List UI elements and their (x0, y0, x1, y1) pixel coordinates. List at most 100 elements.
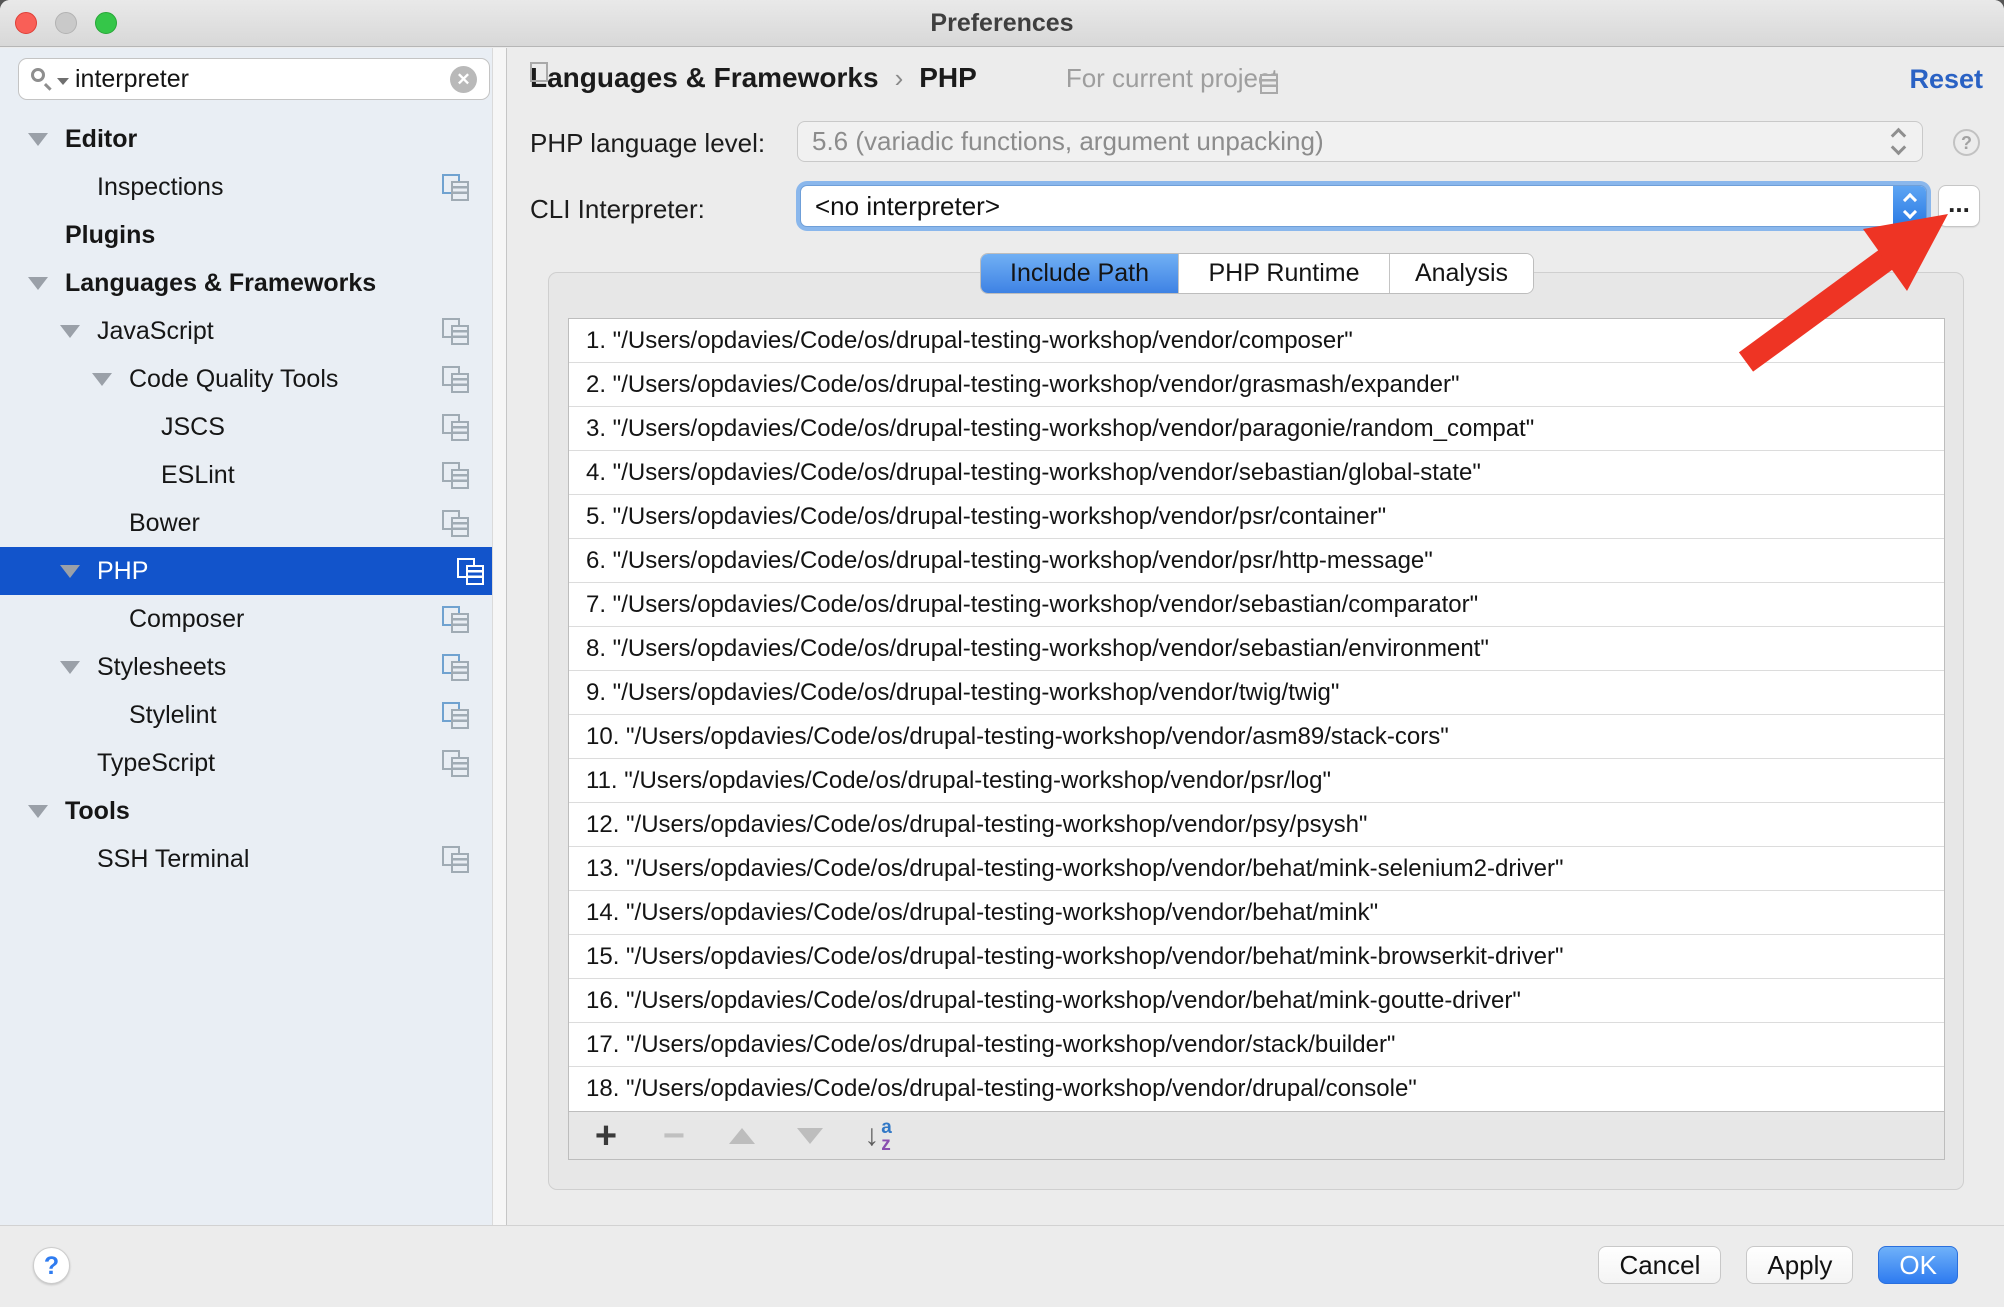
breadcrumb-languages-frameworks[interactable]: Languages & Frameworks (530, 62, 879, 94)
sidebar-item-typescript[interactable]: TypeScript (0, 739, 491, 787)
include-path-row[interactable]: 17. "/Users/opdavies/Code/os/drupal-test… (569, 1023, 1944, 1067)
sidebar-item-label: SSH Terminal (97, 835, 249, 883)
footer-buttons: Cancel Apply OK (1598, 1246, 1958, 1284)
sidebar-item-label: Code Quality Tools (129, 355, 338, 403)
sidebar-item-label: Stylelint (129, 691, 217, 739)
include-path-list: 1. "/Users/opdavies/Code/os/drupal-testi… (568, 318, 1945, 1112)
include-path-row[interactable]: 11. "/Users/opdavies/Code/os/drupal-test… (569, 759, 1944, 803)
select-spinner-icon (1893, 130, 1904, 153)
sidebar-item-tools[interactable]: Tools (0, 787, 491, 835)
chevron-down-icon[interactable] (60, 565, 80, 578)
include-path-row[interactable]: 9. "/Users/opdavies/Code/os/drupal-testi… (569, 671, 1944, 715)
add-icon[interactable]: + (589, 1116, 623, 1156)
help-button[interactable]: ? (33, 1247, 70, 1284)
sidebar-item-editor[interactable]: Editor (0, 115, 491, 163)
help-icon[interactable]: ? (1953, 129, 1980, 156)
copy-icon (457, 558, 484, 585)
chevron-down-icon[interactable] (92, 373, 112, 386)
sidebar-item-label: TypeScript (97, 739, 215, 787)
sidebar-item-eslint[interactable]: ESLint (0, 451, 491, 499)
move-up-icon[interactable] (725, 1116, 759, 1156)
sidebar-item-bower[interactable]: Bower (0, 499, 491, 547)
include-path-row[interactable]: 1. "/Users/opdavies/Code/os/drupal-testi… (569, 319, 1944, 363)
ok-button[interactable]: OK (1878, 1246, 1958, 1284)
sidebar-item-inspections[interactable]: Inspections (0, 163, 491, 211)
cancel-button[interactable]: Cancel (1598, 1246, 1721, 1284)
sort-alpha-icon[interactable]: ↓az (861, 1116, 895, 1156)
include-path-row[interactable]: 14. "/Users/opdavies/Code/os/drupal-test… (569, 891, 1944, 935)
sidebar-item-plugins[interactable]: Plugins (0, 211, 491, 259)
copy-icon (442, 366, 469, 393)
chevron-down-icon[interactable] (28, 133, 48, 146)
sidebar-item-label: Inspections (97, 163, 223, 211)
include-path-row[interactable]: 16. "/Users/opdavies/Code/os/drupal-test… (569, 979, 1944, 1023)
copy-icon (442, 462, 469, 489)
sidebar-item-label: PHP (97, 547, 148, 595)
chevron-down-icon[interactable] (60, 661, 80, 674)
sidebar-item-stylesheets[interactable]: Stylesheets (0, 643, 491, 691)
breadcrumb-php: PHP (919, 62, 977, 94)
include-path-row[interactable]: 8. "/Users/opdavies/Code/os/drupal-testi… (569, 627, 1944, 671)
include-path-row[interactable]: 7. "/Users/opdavies/Code/os/drupal-testi… (569, 583, 1944, 627)
sidebar-item-label: Editor (65, 115, 137, 163)
settings-search-field[interactable]: ✕ (18, 58, 490, 100)
sidebar-item-label: Stylesheets (97, 643, 226, 691)
include-path-row[interactable]: 10. "/Users/opdavies/Code/os/drupal-test… (569, 715, 1944, 759)
window-title: Preferences (0, 0, 2004, 47)
scope-indicator: For current project (1029, 63, 1278, 94)
scope-label: For current project (1066, 63, 1278, 94)
copy-icon (442, 702, 469, 729)
sidebar-item-languages-frameworks[interactable]: Languages & Frameworks (0, 259, 491, 307)
chevron-down-icon[interactable] (60, 325, 80, 338)
sidebar-item-jscs[interactable]: JSCS (0, 403, 491, 451)
tab-php-runtime[interactable]: PHP Runtime (1178, 254, 1389, 293)
sidebar-item-label: Bower (129, 499, 200, 547)
move-down-icon[interactable] (793, 1116, 827, 1156)
sidebar-item-javascript[interactable]: JavaScript (0, 307, 491, 355)
tab-analysis[interactable]: Analysis (1389, 254, 1533, 293)
sidebar-item-stylelint[interactable]: Stylelint (0, 691, 491, 739)
language-level-select[interactable]: 5.6 (variadic functions, argument unpack… (797, 121, 1923, 162)
include-path-row[interactable]: 3. "/Users/opdavies/Code/os/drupal-testi… (569, 407, 1944, 451)
copy-icon (442, 510, 469, 537)
include-path-row[interactable]: 12. "/Users/opdavies/Code/os/drupal-test… (569, 803, 1944, 847)
browse-interpreters-button[interactable]: ... (1938, 185, 1980, 227)
cli-interpreter-select[interactable]: <no interpreter> (800, 185, 1927, 227)
tab-include-path[interactable]: Include Path (981, 254, 1178, 293)
sidebar-item-label: Composer (129, 595, 244, 643)
select-spinner-icon[interactable] (1893, 186, 1926, 226)
include-path-row[interactable]: 6. "/Users/opdavies/Code/os/drupal-testi… (569, 539, 1944, 583)
apply-button[interactable]: Apply (1746, 1246, 1853, 1284)
include-path-row[interactable]: 4. "/Users/opdavies/Code/os/drupal-testi… (569, 451, 1944, 495)
sidebar-item-label: Languages & Frameworks (65, 259, 376, 307)
copy-icon (442, 414, 469, 441)
include-path-row[interactable]: 13. "/Users/opdavies/Code/os/drupal-test… (569, 847, 1944, 891)
clear-search-icon[interactable]: ✕ (450, 66, 477, 93)
cli-interpreter-label: CLI Interpreter: (530, 194, 705, 225)
reset-link[interactable]: Reset (1909, 64, 1983, 95)
include-path-row[interactable]: 2. "/Users/opdavies/Code/os/drupal-testi… (569, 363, 1944, 407)
sidebar-item-label: JavaScript (97, 307, 214, 355)
breadcrumb-separator-icon: › (895, 63, 904, 94)
remove-icon[interactable]: − (657, 1116, 691, 1156)
search-input[interactable] (75, 65, 450, 94)
copy-icon (442, 846, 469, 873)
sidebar-item-ssh-terminal[interactable]: SSH Terminal (0, 835, 491, 883)
sidebar-item-label: JSCS (161, 403, 225, 451)
language-level-value: 5.6 (variadic functions, argument unpack… (812, 126, 1893, 157)
settings-sidebar: ✕ EditorInspectionsPluginsLanguages & Fr… (0, 48, 507, 1225)
titlebar: Preferences (0, 0, 2004, 47)
sidebar-scrollbar[interactable] (492, 48, 506, 1225)
include-path-row[interactable]: 15. "/Users/opdavies/Code/os/drupal-test… (569, 935, 1944, 979)
include-path-row[interactable]: 5. "/Users/opdavies/Code/os/drupal-testi… (569, 495, 1944, 539)
chevron-down-icon[interactable] (28, 277, 48, 290)
chevron-down-icon[interactable] (28, 805, 48, 818)
sidebar-item-label: ESLint (161, 451, 235, 499)
breadcrumb: Languages & Frameworks › PHP For current… (530, 62, 1278, 94)
search-options-chevron-icon[interactable] (57, 78, 69, 85)
sidebar-item-code-quality-tools[interactable]: Code Quality Tools (0, 355, 491, 403)
footer-bar: ? Cancel Apply OK (0, 1225, 2004, 1307)
sidebar-item-php[interactable]: PHP (0, 547, 506, 595)
include-path-row[interactable]: 18. "/Users/opdavies/Code/os/drupal-test… (569, 1067, 1944, 1111)
sidebar-item-composer[interactable]: Composer (0, 595, 491, 643)
